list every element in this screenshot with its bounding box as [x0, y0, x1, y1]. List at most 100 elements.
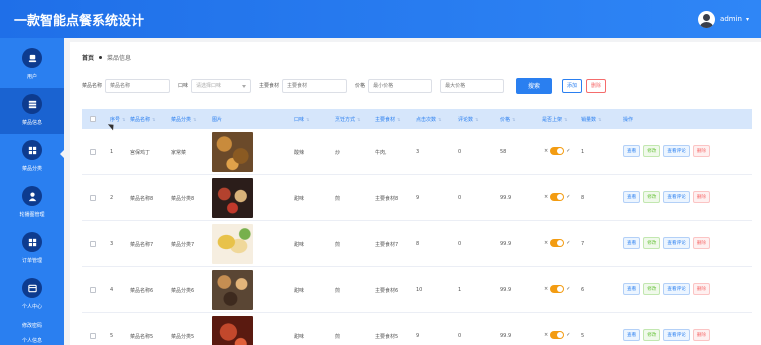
- column-header[interactable]: 点击次数 ⇅: [416, 116, 441, 123]
- dish-image: [212, 224, 253, 264]
- listed-toggle[interactable]: [550, 193, 565, 201]
- table-header: 序号 ⇅ 菜品名称 ⇅ 菜品分类 ⇅ 图片 口味 ⇅ 烹饪方式 ⇅ 主要食材 ⇅ 点击次数 ⇅…: [82, 109, 752, 129]
- column-header[interactable]: 烹饪方式 ⇅: [335, 116, 360, 123]
- cell-category: 菜品分类7: [171, 242, 195, 248]
- column-header[interactable]: 主要食材 ⇅: [375, 116, 400, 123]
- app-title: 一款智能点餐系统设计: [14, 14, 145, 29]
- cell-ingredient: 主要食材5: [375, 334, 399, 340]
- table-row: 3 菜品名称7 菜品分类7 甜味 煎 主要食材7 8 0 99.9 × ✓ 7 …: [82, 221, 752, 267]
- sidebar-item-users[interactable]: 用户: [0, 42, 64, 88]
- edit-button[interactable]: 修改: [643, 145, 661, 157]
- row-actions: 查看 修改 查看评论 删除: [623, 283, 713, 295]
- listed-toggle[interactable]: [550, 331, 565, 339]
- cell-taste: 酸辣: [294, 150, 305, 156]
- sidebar-item-dishes[interactable]: 菜品信息: [0, 88, 64, 134]
- price-max-input[interactable]: [440, 78, 505, 93]
- listed-toggle[interactable]: [550, 239, 565, 247]
- sidebar-item-orders[interactable]: 订单管理: [0, 226, 64, 272]
- cell-clicks: 10: [416, 287, 423, 293]
- row-checkbox[interactable]: [90, 287, 96, 293]
- cell-category: 菜品分类6: [171, 288, 195, 294]
- main-panel: 首页 菜品信息 菜品名称 口味 请选择口味 主要食材 价格 搜索 添加 删除 序…: [70, 42, 761, 345]
- view-button[interactable]: 查看: [623, 329, 641, 341]
- cell-comments: 1: [458, 287, 462, 293]
- dish-image: [212, 178, 253, 218]
- row-delete-button[interactable]: 删除: [692, 283, 710, 295]
- price-min-input[interactable]: [368, 78, 433, 93]
- avatar: [698, 10, 716, 28]
- column-header[interactable]: 是否上架 ⇅: [542, 116, 567, 123]
- view-button[interactable]: 查看: [623, 237, 641, 249]
- view-comments-button[interactable]: 查看评论: [663, 145, 690, 157]
- row-actions: 查看 修改 查看评论 删除: [623, 329, 713, 341]
- column-header[interactable]: 菜品分类 ⇅: [171, 116, 196, 123]
- sidebar-item-carousel[interactable]: 轮播图管理: [0, 180, 64, 226]
- cell-category: 菜品分类8: [171, 196, 195, 202]
- row-actions: 查看 修改 查看评论 删除: [623, 191, 713, 203]
- sidebar-item-categories[interactable]: 菜品分类: [0, 134, 64, 180]
- cell-index: 1: [110, 149, 114, 155]
- cell-category: 家常菜: [171, 150, 187, 156]
- cell-name: 菜品名称5: [130, 334, 154, 340]
- column-header[interactable]: 序号 ⇅: [110, 116, 125, 123]
- toggle-on-label: ✓: [566, 148, 571, 154]
- column-header[interactable]: 菜品名称 ⇅: [130, 116, 155, 123]
- view-comments-button[interactable]: 查看评论: [663, 191, 690, 203]
- grid-icon: [22, 140, 42, 160]
- sidebar-item-change-password[interactable]: 修改密码: [0, 322, 64, 329]
- name-filter-input[interactable]: [105, 78, 171, 93]
- row-checkbox[interactable]: [90, 149, 96, 155]
- row-checkbox[interactable]: [90, 195, 96, 201]
- cell-method: 煎: [335, 196, 341, 202]
- cell-taste: 甜味: [294, 196, 305, 202]
- sidebar-item-personal-info[interactable]: 个人信息: [0, 337, 64, 344]
- breadcrumb-home[interactable]: 首页: [82, 53, 94, 62]
- view-button[interactable]: 查看: [623, 283, 641, 295]
- taste-filter-select[interactable]: 请选择口味: [191, 78, 252, 93]
- sidebar-item-label: 用户: [26, 74, 37, 80]
- row-delete-button[interactable]: 删除: [692, 329, 710, 341]
- edit-button[interactable]: 修改: [643, 237, 661, 249]
- row-delete-button[interactable]: 删除: [692, 191, 710, 203]
- user-name: admin: [720, 15, 742, 23]
- add-button[interactable]: 添加: [562, 78, 583, 93]
- sidebar-item-profile[interactable]: 个人中心: [0, 272, 64, 318]
- listed-toggle[interactable]: [550, 285, 565, 293]
- cell-index: 5: [110, 333, 114, 339]
- view-button[interactable]: 查看: [623, 191, 641, 203]
- column-header[interactable]: 评论数 ⇅: [458, 116, 478, 123]
- view-comments-button[interactable]: 查看评论: [663, 329, 690, 341]
- cell-clicks: 9: [416, 333, 420, 339]
- search-button[interactable]: 搜索: [516, 77, 553, 94]
- active-indicator: [60, 148, 66, 160]
- view-button[interactable]: 查看: [623, 145, 641, 157]
- cell-ingredient: 牛肉,: [375, 150, 387, 156]
- cell-taste: 甜味: [294, 334, 305, 340]
- row-checkbox[interactable]: [90, 333, 96, 339]
- cell-sales: 5: [581, 333, 585, 339]
- taste-filter-label: 口味: [178, 83, 189, 89]
- cell-taste: 甜味: [294, 242, 305, 248]
- cell-method: 煎: [335, 334, 341, 340]
- select-all-checkbox[interactable]: [90, 116, 96, 122]
- cell-ingredient: 主要食材6: [375, 288, 399, 294]
- view-comments-button[interactable]: 查看评论: [663, 237, 690, 249]
- toggle-on-label: ✓: [566, 332, 571, 338]
- row-delete-button[interactable]: 删除: [692, 237, 710, 249]
- row-checkbox[interactable]: [90, 241, 96, 247]
- delete-button[interactable]: 删除: [586, 78, 607, 93]
- ingredient-filter-input[interactable]: [282, 78, 348, 93]
- column-header[interactable]: 销量数 ⇅: [581, 116, 601, 123]
- user-menu[interactable]: admin ▾: [698, 10, 749, 28]
- cell-index: 3: [110, 241, 114, 247]
- column-header[interactable]: 价格 ⇅: [500, 116, 515, 123]
- column-header[interactable]: 口味 ⇅: [294, 116, 309, 123]
- edit-button[interactable]: 修改: [643, 191, 661, 203]
- cell-method: 煎: [335, 242, 341, 248]
- row-delete-button[interactable]: 删除: [692, 145, 710, 157]
- listed-toggle[interactable]: [550, 147, 565, 155]
- edit-button[interactable]: 修改: [643, 329, 661, 341]
- edit-button[interactable]: 修改: [643, 283, 661, 295]
- column-header: 操作: [623, 117, 634, 123]
- view-comments-button[interactable]: 查看评论: [663, 283, 690, 295]
